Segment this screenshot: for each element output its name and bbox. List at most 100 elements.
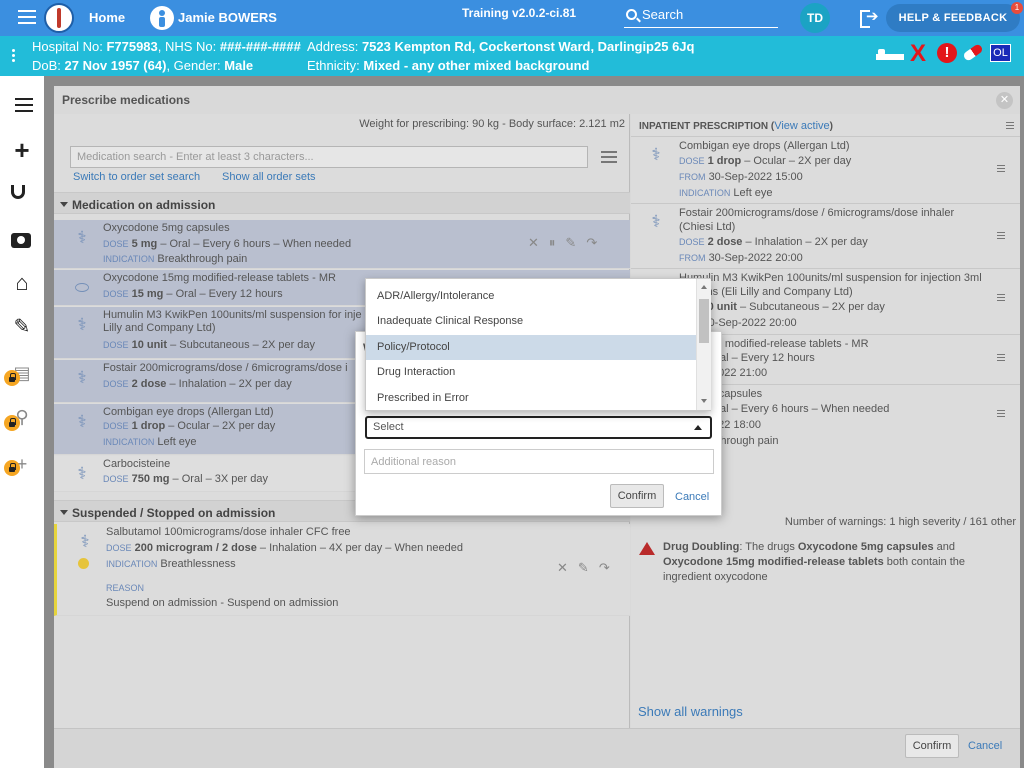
reason-value: Suspend on admission - Suspend on admiss… — [106, 597, 339, 609]
warning-text-part: : The drugs — [739, 541, 798, 553]
med-dose: DOSE 2 dose – Inhalation – 2X per day — [103, 378, 292, 390]
med-indication: INDICATION Breathlessness — [106, 558, 236, 570]
row-menu-icon[interactable] — [997, 410, 1005, 419]
caduceus-icon: ⚕ — [77, 368, 87, 387]
camera-icon[interactable] — [11, 233, 31, 248]
show-all-order-sets-link[interactable]: Show all order sets — [222, 171, 316, 183]
row-actions: ✕⏸✎↷ — [528, 235, 607, 251]
home-link[interactable]: Home — [89, 10, 125, 25]
stop-icon[interactable]: ✕ — [528, 235, 549, 250]
plus-icon[interactable]: + — [8, 137, 36, 165]
list-item[interactable]: ⚕ Fostair 200micrograms/dose / 6microgra… — [631, 203, 1020, 268]
dob-value: 27 Nov 1957 (64) — [64, 58, 167, 73]
view-active-link[interactable]: View active — [774, 120, 829, 132]
dose-label: DOSE — [106, 543, 132, 553]
drug-doubling-warning[interactable]: Drug Doubling: The drugs Oxycodone 5mg c… — [639, 540, 1015, 585]
transfer-icon[interactable]: ↷ — [599, 560, 620, 575]
row-actions: ✕✎↷ — [557, 560, 620, 576]
allergy-x-icon[interactable]: X — [910, 40, 926, 68]
route-text: – Inhalation – 2X per day — [742, 236, 868, 248]
route-text: – Subcutaneous – 2X per day — [736, 301, 885, 313]
scroll-thumb[interactable] — [699, 299, 709, 343]
help-feedback-button[interactable]: HELP & FEEDBACK — [886, 4, 1020, 32]
med-from: FROM 30-Sep-2022 15:00 — [679, 171, 803, 183]
dose-value: 750 mg — [131, 473, 170, 485]
route-text: – Oral – Every 12 hours — [163, 288, 283, 300]
scroll-up-icon[interactable] — [701, 285, 707, 289]
logout-icon[interactable] — [860, 7, 880, 28]
med-name: Humulin M3 KwikPen 100units/ml suspensio… — [679, 272, 982, 284]
from-value: 30-Sep-2022 15:00 — [708, 171, 803, 183]
show-all-warnings-link[interactable]: Show all warnings — [638, 704, 743, 719]
option-drug-interaction[interactable]: Drug Interaction — [366, 360, 696, 385]
row-menu-icon[interactable] — [997, 232, 1005, 241]
option-policy-protocol[interactable]: Policy/Protocol — [366, 335, 696, 360]
dose-value: 15 mg — [131, 288, 164, 300]
dialog-confirm-button[interactable]: Confirm — [610, 484, 664, 508]
list-item[interactable]: ⚕ Salbutamol 100micrograms/dose inhaler … — [54, 524, 630, 616]
medication-search-input[interactable]: Medication search - Enter at least 3 cha… — [70, 146, 588, 168]
dose-label: DOSE — [103, 289, 129, 299]
route-text: – Oral – 3X per day — [169, 473, 268, 485]
reason-select[interactable]: Select — [365, 416, 712, 439]
pause-icon[interactable]: ⏸ — [549, 235, 566, 250]
transfer-icon[interactable]: ↷ — [586, 235, 607, 250]
patient-banner: Hospital No: F775983, NHS No: ###-###-##… — [0, 36, 1024, 76]
option-adr-allergy[interactable]: ADR/Allergy/Intolerance — [366, 284, 696, 309]
search-options-icon[interactable] — [601, 151, 617, 166]
ol-badge[interactable]: OL — [990, 44, 1011, 62]
dose-value: 1 drop — [707, 155, 742, 167]
row-menu-icon[interactable] — [997, 354, 1005, 363]
house-icon[interactable]: ⌂ — [8, 270, 36, 298]
caduceus-icon: ⚕ — [651, 212, 661, 231]
app-logo-icon[interactable] — [44, 3, 74, 33]
gender-label: , Gender: — [166, 58, 221, 73]
edit-document-icon[interactable]: ✎ — [8, 314, 36, 342]
dialog-cancel-link[interactable]: Cancel — [675, 491, 709, 503]
pill-icon[interactable] — [962, 43, 984, 62]
nhs-number: ###-###-#### — [219, 39, 301, 54]
reason-label: REASON — [106, 582, 144, 594]
edit-icon[interactable]: ✎ — [578, 560, 599, 575]
option-prescribed-in-error[interactable]: Prescribed in Error — [366, 386, 696, 411]
med-name: Combigan eye drops (Allergan Ltd) — [679, 140, 850, 152]
caduceus-icon: ⚕ — [77, 315, 87, 334]
bed-icon[interactable] — [876, 46, 904, 64]
list-item[interactable]: ⚕ Combigan eye drops (Allergan Ltd) DOSE… — [631, 136, 1020, 203]
stethoscope-icon[interactable] — [11, 185, 25, 199]
route-text: – Oral – Every 6 hours – When needed — [695, 403, 890, 415]
row-menu-icon[interactable] — [997, 294, 1005, 303]
section-medication-on-admission[interactable]: Medication on admission — [54, 192, 630, 214]
panel-title: Prescribe medications — [62, 93, 191, 107]
edit-icon[interactable]: ✎ — [565, 235, 586, 250]
route-text: – Ocular – 2X per day — [741, 155, 852, 167]
dose-value: 5 mg — [131, 238, 158, 250]
more-vertical-icon[interactable] — [12, 49, 16, 64]
list-item[interactable]: ⚕ Oxycodone 5mg capsules DOSE 5 mg – Ora… — [54, 220, 630, 269]
row-menu-icon[interactable] — [997, 165, 1005, 174]
alert-icon[interactable]: ! — [937, 43, 957, 63]
patient-name[interactable]: Jamie BOWERS — [178, 10, 277, 25]
caret-up-icon[interactable] — [694, 425, 702, 430]
search-input[interactable]: Search — [624, 5, 778, 28]
cancel-link[interactable]: Cancel — [968, 740, 1002, 752]
confirm-button[interactable]: Confirm — [905, 734, 959, 758]
version-label: Training v2.0.2-ci.81 — [462, 6, 577, 20]
list-icon[interactable] — [8, 94, 36, 122]
route-text: – Subcutaneous – 2X per day — [167, 339, 316, 351]
med-from: FROM 30-Sep-2022 20:00 — [679, 252, 803, 264]
additional-reason-input[interactable]: Additional reason — [364, 449, 714, 474]
hamburger-menu-icon[interactable] — [18, 10, 36, 24]
inpatient-menu-icon[interactable] — [1006, 122, 1014, 131]
close-icon[interactable]: ✕ — [996, 92, 1013, 109]
user-avatar[interactable]: TD — [800, 3, 830, 33]
scroll-down-icon[interactable] — [701, 399, 707, 403]
med-dose: DOSE 200 microgram / 2 dose – Inhalation… — [106, 542, 463, 554]
dose-value: 10 unit — [131, 339, 168, 351]
switch-order-set-link[interactable]: Switch to order set search — [73, 171, 200, 183]
med-name: Humulin M3 KwikPen 100units/ml suspensio… — [103, 309, 362, 321]
dropdown-scrollbar[interactable] — [696, 279, 711, 410]
stop-icon[interactable]: ✕ — [557, 560, 578, 575]
option-inadequate-response[interactable]: Inadequate Clinical Response — [366, 309, 696, 334]
med-dose: DOSE 750 mg – Oral – 3X per day — [103, 473, 268, 485]
